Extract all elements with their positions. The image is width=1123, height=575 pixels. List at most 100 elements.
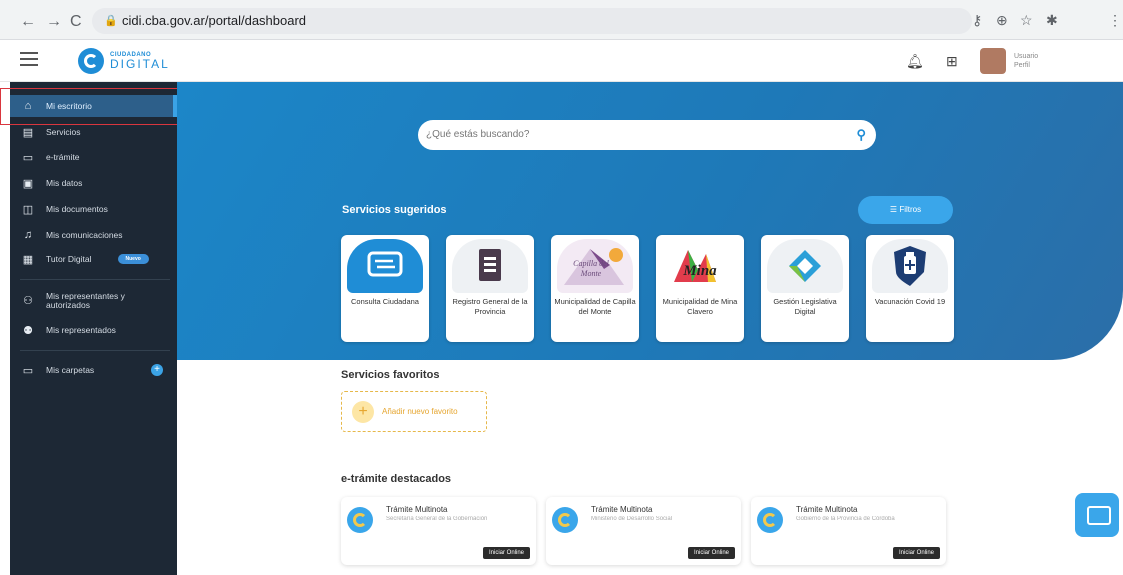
- sidebar-item-label: Mis comunicaciones: [46, 230, 123, 240]
- etramite-org: Gobierno de la Provincia de Córdoba: [796, 516, 895, 522]
- hamburger-menu-icon[interactable]: [20, 52, 38, 66]
- sidebar-item-label: Mis documentos: [46, 204, 108, 214]
- tutor-icon: ▦: [22, 253, 34, 266]
- service-card-capilla-del-monte[interactable]: Capilla del Monte Municipalidad de Capil…: [551, 235, 639, 342]
- star-icon[interactable]: ☆: [1020, 12, 1033, 29]
- browser-menu-icon[interactable]: ⋮: [1108, 12, 1122, 29]
- etramite-card[interactable]: Trámite Multinota Gobierno de la Provinc…: [751, 497, 946, 565]
- etramite-org: Ministerio de Desarrollo Social: [591, 516, 673, 522]
- sidebar-item-mis-comunicaciones[interactable]: ♫ Mis comunicaciones: [10, 224, 177, 246]
- book-icon: [452, 239, 528, 293]
- service-card-label: Vacunación Covid 19: [874, 297, 946, 306]
- sidebar-item-label: Tutor Digital: [46, 254, 92, 264]
- sidebar-item-mis-representantes[interactable]: ⚇ Mis representantes y autorizados: [10, 288, 177, 314]
- browser-toolbar: ← → C 🔒 cidi.cba.gov.ar/portal/dashboard…: [0, 0, 1123, 40]
- mina-logo: Mina: [662, 239, 738, 293]
- favorite-services-title: Servicios favoritos: [341, 369, 440, 381]
- etramite-org: Secretaría General de la Gobernación: [386, 516, 488, 522]
- cidi-logo-icon: [552, 507, 578, 533]
- start-online-button[interactable]: Iniciar Online: [482, 547, 530, 559]
- sidebar-item-label: Mis representados: [46, 325, 116, 335]
- etramite-name: Trámite Multinota: [591, 505, 653, 514]
- capilla-logo-text: Capilla del Monte: [573, 259, 609, 278]
- sidebar: ⌂ Mi escritorio ▤ Servicios ▭ e-trámite …: [10, 82, 177, 575]
- user-speak-icon: ⚉: [23, 324, 33, 337]
- service-card-label: Municipalidad de Mina Clavero: [662, 297, 738, 316]
- start-online-button[interactable]: Iniciar Online: [892, 547, 940, 559]
- sidebar-item-label: Mis carpetas: [46, 365, 95, 375]
- search-placeholder: ¿Qué estás buscando?: [426, 129, 530, 140]
- filter-icon: ☰: [889, 205, 900, 214]
- logo-big-text: DIGITAL: [110, 57, 170, 71]
- cidi-logo-icon: [757, 507, 783, 533]
- key-icon[interactable]: ⚷: [972, 12, 982, 29]
- folder-icon: ▭: [22, 151, 34, 164]
- service-card-gestion-legislativa[interactable]: Gestión Legislativa Digital: [761, 235, 849, 342]
- vaccine-icon: [872, 239, 948, 293]
- sidebar-item-mis-datos[interactable]: ▣ Mis datos: [10, 172, 177, 194]
- service-card-vacunacion-covid[interactable]: Vacunación Covid 19: [866, 235, 954, 342]
- back-icon[interactable]: ←: [20, 13, 36, 31]
- highlight-box: [0, 88, 193, 125]
- service-card-mina-clavero[interactable]: Mina Municipalidad de Mina Clavero: [656, 235, 744, 342]
- zoom-icon[interactable]: ⊕: [996, 12, 1008, 29]
- user-menu[interactable]: Usuario Perfil: [1014, 52, 1038, 70]
- service-card-consulta-ciudadana[interactable]: Consulta Ciudadana: [341, 235, 429, 342]
- id-card-icon: ▣: [22, 177, 34, 190]
- plus-icon: +: [352, 400, 374, 423]
- sidebar-divider: [20, 350, 170, 351]
- etramite-card[interactable]: Trámite Multinota Secretaría General de …: [341, 497, 536, 565]
- add-folder-icon[interactable]: +: [151, 364, 163, 376]
- sidebar-item-e-tramite[interactable]: ▭ e-trámite: [10, 146, 177, 168]
- app-header: CIUDADANO DIGITAL 🔔︎ ⊞ Usuario Perfil: [0, 40, 1123, 82]
- sidebar-item-mis-carpetas[interactable]: ▭ Mis carpetas +: [10, 359, 177, 381]
- search-input[interactable]: ¿Qué estás buscando? ⚲: [418, 120, 876, 150]
- sidebar-divider: [20, 279, 170, 280]
- etramite-card[interactable]: Trámite Multinota Ministerio de Desarrol…: [546, 497, 741, 565]
- add-favorite-button[interactable]: + Añadir nuevo favorito: [341, 391, 487, 432]
- chat-button[interactable]: [1075, 493, 1119, 537]
- sidebar-item-tutor-digital[interactable]: ▦ Tutor Digital Nuevo: [10, 248, 177, 270]
- sidebar-item-mis-representados[interactable]: ⚉ Mis representados: [10, 319, 177, 341]
- filters-button[interactable]: ☰ Filtros: [858, 196, 953, 224]
- forward-icon[interactable]: →: [46, 13, 62, 31]
- legislativa-logo: [767, 239, 843, 293]
- service-card-label: Gestión Legislativa Digital: [773, 297, 837, 316]
- cidi-logo[interactable]: CIUDADANO DIGITAL: [78, 48, 170, 74]
- address-bar[interactable]: 🔒 cidi.cba.gov.ar/portal/dashboard: [92, 8, 972, 34]
- group-icon: ⚇: [23, 294, 33, 307]
- lock-icon: 🔒: [104, 15, 118, 27]
- service-card-label: Registro General de la Provincia: [452, 297, 528, 316]
- capilla-logo: Capilla del Monte: [557, 239, 633, 293]
- start-online-button[interactable]: Iniciar Online: [687, 547, 735, 559]
- service-card-registro-general[interactable]: Registro General de la Provincia: [446, 235, 534, 342]
- filters-label: Filtros: [899, 205, 922, 214]
- add-favorite-label: Añadir nuevo favorito: [382, 407, 458, 416]
- featured-etramites-title: e-trámite destacados: [341, 473, 452, 485]
- notification-bell-icon[interactable]: 🔔︎: [906, 53, 924, 70]
- etramite-name: Trámite Multinota: [386, 505, 448, 514]
- avatar[interactable]: [980, 48, 1006, 74]
- folder-icon: ▭: [22, 364, 34, 377]
- new-badge: Nuevo: [117, 254, 149, 264]
- mina-logo-text: Mina: [683, 263, 717, 279]
- search-icon[interactable]: ⚲: [856, 120, 866, 150]
- user-subtitle: Perfil: [1014, 62, 1030, 69]
- sidebar-item-label: e-trámite: [46, 152, 80, 162]
- service-card-label: Municipalidad de Capilla del Monte: [554, 297, 636, 316]
- document-icon: ◫: [22, 203, 34, 216]
- sidebar-item-label: Servicios: [46, 127, 81, 137]
- bell-icon: ♫: [23, 229, 33, 241]
- url-text: cidi.cba.gov.ar/portal/dashboard: [122, 13, 307, 28]
- service-card-label: Consulta Ciudadana: [351, 297, 419, 306]
- user-name: Usuario: [1014, 53, 1039, 60]
- apps-grid-icon[interactable]: ⊞: [946, 53, 958, 70]
- etramite-name: Trámite Multinota: [796, 505, 858, 514]
- cidi-logo-icon: [347, 507, 373, 533]
- list-icon: ▤: [22, 126, 34, 139]
- sidebar-item-label: Mis representantes y autorizados: [46, 291, 125, 310]
- extensions-icon[interactable]: ✱: [1046, 12, 1058, 29]
- suggested-services-title: Servicios sugeridos: [342, 204, 447, 216]
- sidebar-item-mis-documentos[interactable]: ◫ Mis documentos: [10, 198, 177, 220]
- reload-icon[interactable]: C: [70, 13, 82, 31]
